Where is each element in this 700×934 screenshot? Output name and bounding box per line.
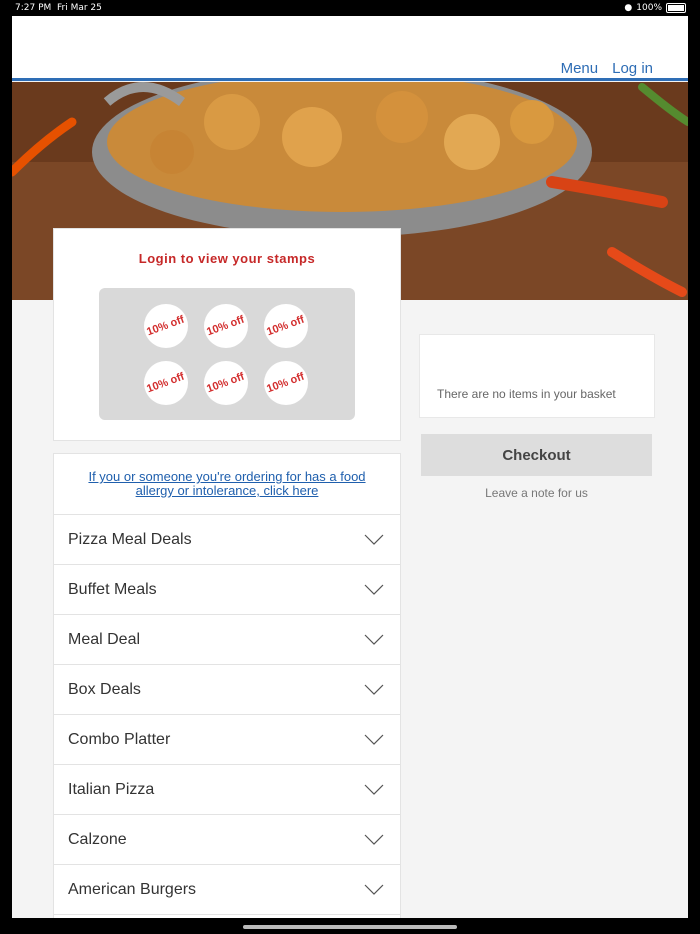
stamp-badge: 10% off (144, 304, 188, 348)
category-item[interactable]: Pizza Meal Deals (54, 515, 400, 565)
category-item[interactable]: Buffet Meals (54, 565, 400, 615)
category-item[interactable]: American Burgers (54, 865, 400, 915)
category-label: Meal Deal (68, 630, 141, 648)
category-label: Box Deals (68, 680, 141, 698)
stamps-card: Login to view your stamps 10% off 10% of… (53, 228, 401, 441)
chevron-down-icon (364, 634, 384, 645)
menu-link[interactable]: Menu (561, 60, 599, 77)
checkout-button[interactable]: Checkout (421, 434, 652, 476)
app-screen: Menu Log in Login to view your stamps 10… (12, 16, 688, 918)
stamp-grid: 10% off 10% off 10% off 10% off 10% off … (99, 288, 355, 420)
category-item[interactable]: Italian Pizza (54, 765, 400, 815)
wifi-icon: ● (624, 3, 633, 13)
stamp-badge: 10% off (204, 304, 248, 348)
category-label: Pizza Meal Deals (68, 530, 192, 548)
stamp-badge: 10% off (264, 361, 308, 405)
stamp-badge: 10% off (264, 304, 308, 348)
category-label: Italian Pizza (68, 780, 155, 798)
allergy-link[interactable]: If you or someone you're ordering for ha… (54, 454, 400, 515)
category-label: Combo Platter (68, 730, 171, 748)
home-indicator (243, 925, 457, 929)
category-item[interactable]: Box Deals (54, 665, 400, 715)
stamp-badge: 10% off (204, 361, 248, 405)
leave-note-link[interactable]: Leave a note for us (421, 486, 652, 500)
chevron-down-icon (364, 734, 384, 745)
battery-percent: 100% (636, 3, 662, 13)
category-item[interactable]: Calzone (54, 815, 400, 865)
status-time: 7:27 PM Fri Mar 25 (15, 3, 102, 13)
header: Menu Log in (12, 16, 688, 81)
category-item[interactable]: Combo Platter (54, 715, 400, 765)
menu-card: If you or someone you're ordering for ha… (53, 453, 401, 918)
top-nav: Menu Log in (561, 60, 653, 77)
category-label: Buffet Meals (68, 580, 157, 598)
chevron-down-icon (364, 884, 384, 895)
chevron-down-icon (364, 684, 384, 695)
battery-icon (666, 3, 686, 13)
category-label: Calzone (68, 830, 127, 848)
chevron-down-icon (364, 834, 384, 845)
chevron-down-icon (364, 584, 384, 595)
login-link[interactable]: Log in (612, 60, 653, 77)
chevron-down-icon (364, 534, 384, 545)
basket-panel: There are no items in your basket (419, 334, 655, 418)
status-bar: 7:27 PM Fri Mar 25 ● 100% (0, 0, 700, 16)
stamps-title[interactable]: Login to view your stamps (54, 251, 400, 266)
stamp-badge: 10% off (144, 361, 188, 405)
basket-empty-text: There are no items in your basket (437, 387, 616, 401)
category-label: American Burgers (68, 880, 197, 898)
category-item[interactable]: Meal Deal (54, 615, 400, 665)
status-indicators: ● 100% (624, 3, 686, 13)
chevron-down-icon (364, 784, 384, 795)
